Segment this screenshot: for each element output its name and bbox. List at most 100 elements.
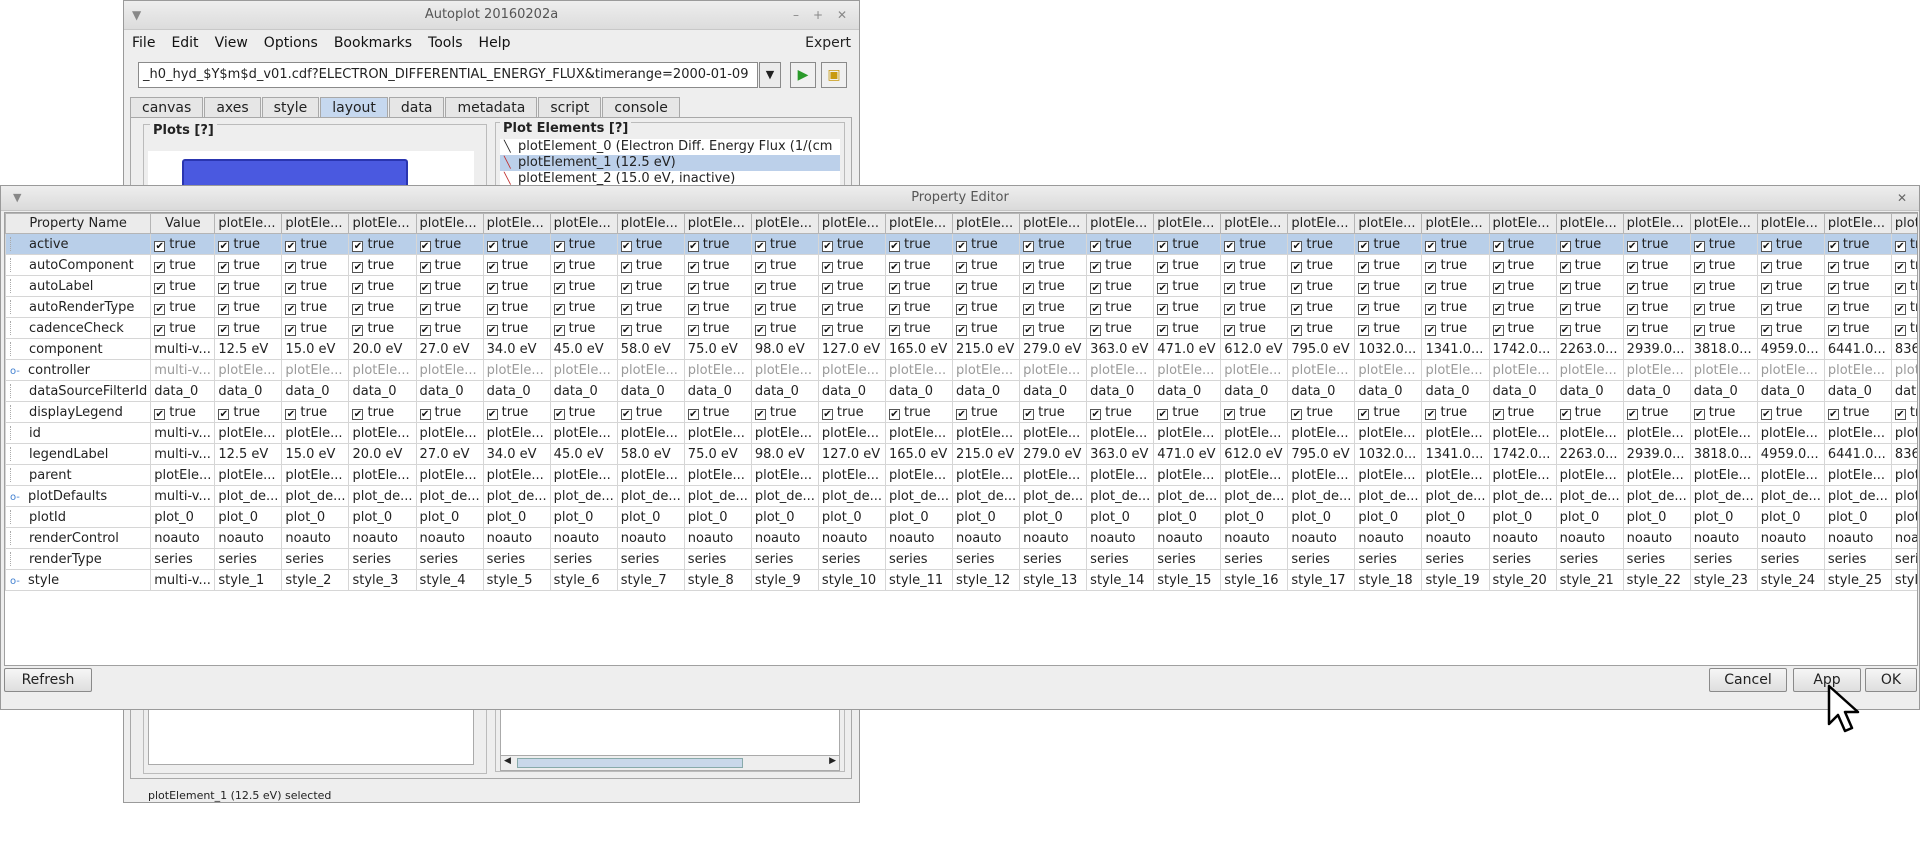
element-cell[interactable]: 471.0 eV — [1153, 443, 1222, 465]
element-cell[interactable]: ✔true — [884, 401, 954, 423]
element-cell[interactable]: noauto — [884, 527, 954, 549]
element-cell[interactable]: ✔true — [1488, 254, 1557, 276]
checkbox[interactable]: ✔ — [687, 261, 699, 273]
element-cell[interactable]: ✔true — [1220, 296, 1289, 318]
element-cell[interactable]: noauto — [1890, 527, 1917, 549]
tab-script[interactable]: script — [538, 97, 602, 118]
checkbox[interactable]: ✔ — [553, 324, 565, 336]
menu-file[interactable]: File — [132, 35, 155, 51]
checkbox[interactable]: ✔ — [956, 324, 968, 336]
checkbox[interactable]: ✔ — [1023, 408, 1035, 420]
element-cell[interactable]: ✔true — [1153, 275, 1222, 297]
element-cell[interactable]: plotEle... — [1220, 422, 1289, 444]
element-cell[interactable]: ✔true — [1890, 401, 1917, 423]
property-name-cell[interactable]: o-style — [5, 569, 152, 591]
element-cell[interactable]: plot_0 — [281, 506, 350, 528]
element-cell[interactable]: ✔true — [214, 401, 283, 423]
checkbox[interactable]: ✔ — [956, 240, 968, 252]
checkbox[interactable]: ✔ — [1559, 324, 1571, 336]
element-cell[interactable]: ✔true — [1354, 254, 1423, 276]
element-cell[interactable]: ✔true — [817, 254, 886, 276]
checkbox[interactable]: ✔ — [1358, 282, 1370, 294]
element-cell[interactable]: noauto — [482, 527, 551, 549]
checkbox[interactable]: ✔ — [1827, 282, 1839, 294]
element-cell[interactable]: ✔true — [1555, 296, 1624, 318]
element-cell[interactable]: ✔true — [1555, 275, 1624, 297]
element-cell[interactable]: plotEle... — [1622, 464, 1691, 486]
element-cell[interactable]: plotEle... — [1421, 359, 1490, 381]
checkbox[interactable]: ✔ — [1827, 261, 1839, 273]
scrollbar-thumb[interactable] — [517, 758, 743, 768]
element-cell[interactable]: 1742.0... — [1488, 338, 1557, 360]
element-cell[interactable]: series — [415, 548, 484, 570]
checkbox[interactable]: ✔ — [821, 324, 833, 336]
checkbox[interactable]: ✔ — [1291, 324, 1303, 336]
checkbox[interactable]: ✔ — [1157, 261, 1169, 273]
checkbox[interactable]: ✔ — [1492, 324, 1504, 336]
element-cell[interactable]: ✔true — [1488, 233, 1557, 255]
element-cell[interactable]: ✔true — [415, 233, 484, 255]
element-cell[interactable]: ✔true — [1555, 401, 1624, 423]
element-cell[interactable]: plot_0 — [1756, 506, 1825, 528]
element-cell[interactable]: plot_de... — [750, 485, 819, 507]
element-cell[interactable]: plotEle... — [952, 359, 1021, 381]
element-cell[interactable]: data_0 — [1756, 380, 1825, 402]
plot-elements-list[interactable]: ╲ plotElement_0 (Electron Diff. Energy Fl… — [500, 139, 840, 187]
column-header-plot-element[interactable]: plotEle... — [1019, 213, 1088, 234]
checkbox[interactable]: ✔ — [1693, 261, 1705, 273]
element-cell[interactable]: plotEle... — [952, 464, 1021, 486]
element-cell[interactable]: ✔true — [415, 317, 484, 339]
element-cell[interactable]: ✔true — [1890, 296, 1917, 318]
element-cell[interactable]: plot_de... — [1555, 485, 1624, 507]
element-cell[interactable]: plotEle... — [1890, 359, 1917, 381]
tab-canvas[interactable]: canvas — [130, 97, 204, 118]
property-name-cell[interactable]: component — [5, 338, 152, 360]
element-cell[interactable]: ✔true — [884, 317, 954, 339]
column-header-plot-element[interactable]: plotEle... — [1086, 213, 1155, 234]
element-cell[interactable]: plot_de... — [549, 485, 618, 507]
element-cell[interactable]: plot_de... — [1756, 485, 1825, 507]
checkbox[interactable]: ✔ — [1090, 261, 1102, 273]
checkbox[interactable]: ✔ — [754, 282, 766, 294]
element-cell[interactable]: plot_de... — [683, 485, 752, 507]
checkbox[interactable]: ✔ — [419, 303, 431, 315]
element-cell[interactable]: noauto — [750, 527, 819, 549]
element-cell[interactable]: plotEle... — [348, 464, 417, 486]
element-cell[interactable]: plotEle... — [1756, 359, 1825, 381]
element-cell[interactable]: plotEle... — [1890, 464, 1917, 486]
element-cell[interactable]: 127.0 eV — [817, 338, 886, 360]
element-cell[interactable]: ✔true — [415, 401, 484, 423]
checkbox[interactable]: ✔ — [1023, 324, 1035, 336]
checkbox[interactable]: ✔ — [1224, 282, 1236, 294]
element-cell[interactable]: series — [817, 548, 886, 570]
element-cell[interactable]: series — [1756, 548, 1825, 570]
checkbox[interactable]: ✔ — [687, 408, 699, 420]
element-cell[interactable]: plot_0 — [683, 506, 752, 528]
element-cell[interactable]: ✔true — [1689, 275, 1758, 297]
element-cell[interactable]: series — [683, 548, 752, 570]
element-cell[interactable]: ✔true — [1689, 254, 1758, 276]
element-cell[interactable]: data_0 — [616, 380, 685, 402]
element-cell[interactable]: ✔true — [214, 233, 283, 255]
element-cell[interactable]: plot_de... — [1220, 485, 1289, 507]
checkbox[interactable]: ✔ — [1894, 408, 1906, 420]
element-cell[interactable]: ✔true — [1689, 296, 1758, 318]
value-cell[interactable]: ✔ true — [150, 317, 216, 339]
element-cell[interactable]: 795.0 eV — [1287, 338, 1356, 360]
element-cell[interactable]: plotEle... — [482, 422, 551, 444]
checkbox[interactable]: ✔ — [218, 240, 230, 252]
element-cell[interactable]: plotEle... — [1354, 422, 1423, 444]
element-cell[interactable]: series — [952, 548, 1021, 570]
element-cell[interactable]: ✔true — [1086, 254, 1155, 276]
checkbox[interactable]: ✔ — [620, 240, 632, 252]
element-cell[interactable]: data_0 — [1019, 380, 1088, 402]
element-cell[interactable]: ✔true — [817, 233, 886, 255]
property-table-viewport[interactable]: Property Name Value plotEle... plotEle... pl… — [4, 212, 1918, 666]
element-cell[interactable]: plot_de... — [817, 485, 886, 507]
element-cell[interactable]: series — [549, 548, 618, 570]
element-cell[interactable]: 3818.0... — [1689, 443, 1758, 465]
checkbox[interactable]: ✔ — [1291, 282, 1303, 294]
element-cell[interactable]: plotEle... — [1019, 359, 1088, 381]
element-cell[interactable]: ✔true — [616, 233, 685, 255]
element-cell[interactable]: plotEle... — [415, 464, 484, 486]
